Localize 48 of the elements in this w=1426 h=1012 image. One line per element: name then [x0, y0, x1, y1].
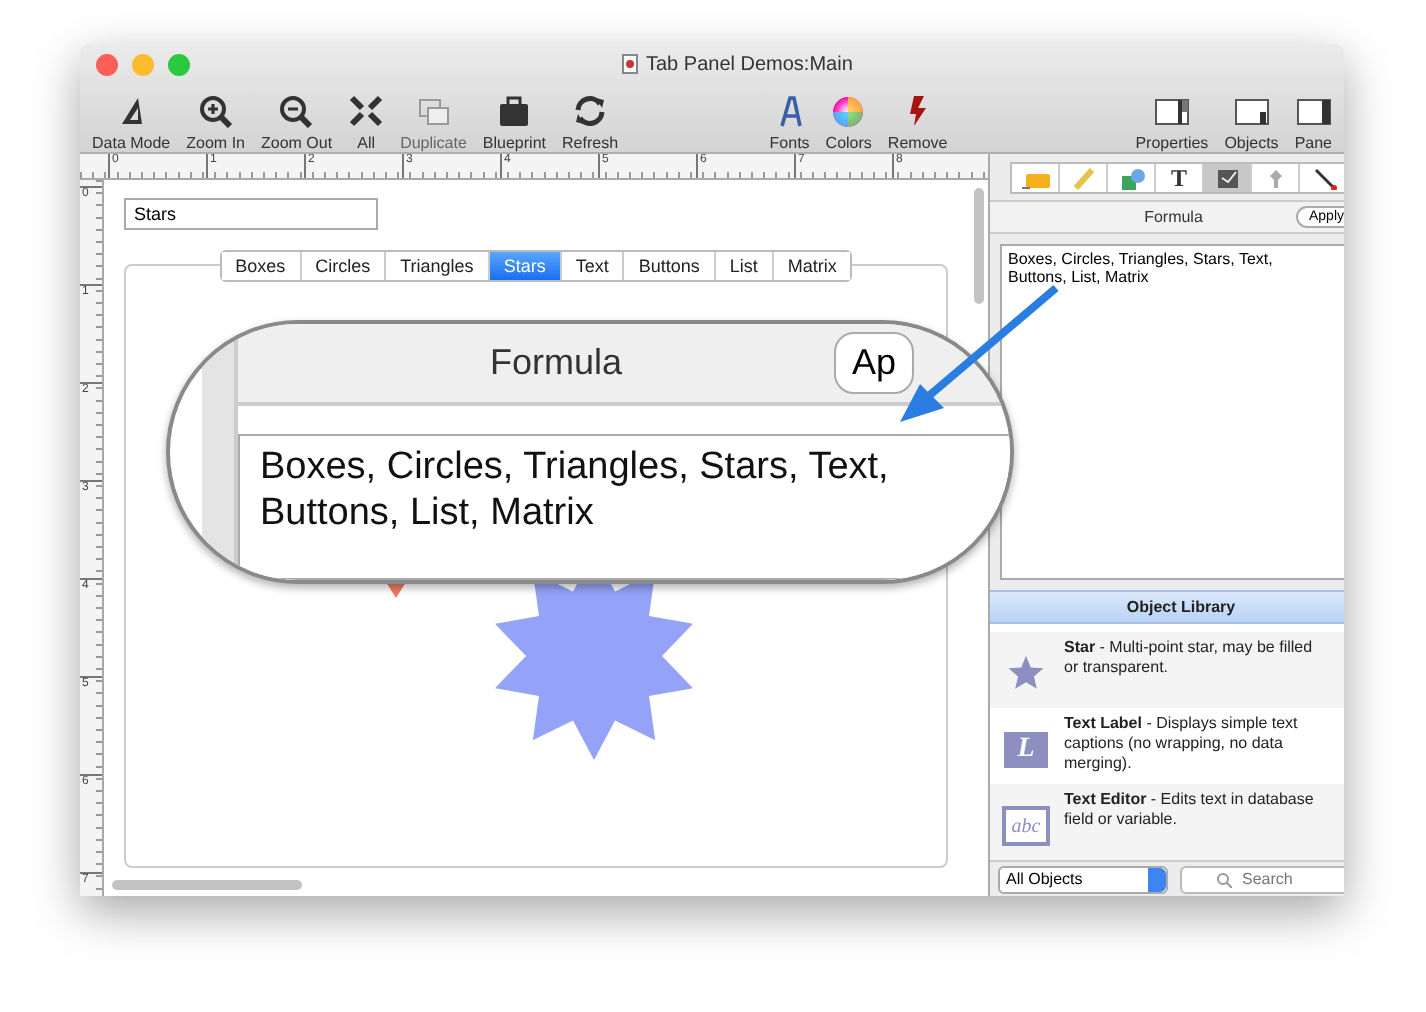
minimize-button[interactable] — [132, 53, 154, 75]
toolbar-button[interactable]: Zoom In — [182, 88, 249, 152]
toolbar-button[interactable]: Zoom Out — [256, 88, 337, 152]
zoom-out-icon — [278, 94, 315, 128]
color-wheel-icon — [830, 94, 867, 128]
toolbar-button[interactable]: All — [344, 88, 389, 152]
toolbar-button[interactable]: Fonts — [765, 88, 814, 152]
briefcase-icon — [496, 94, 533, 128]
item-description: Text Editor - Edits text in database field or variable. — [1064, 790, 1316, 831]
panel-layout-icon — [1233, 94, 1270, 128]
toolbar-button[interactable]: Properties — [1131, 88, 1213, 152]
formula-field[interactable]: Boxes, Circles, Triangles, Stars, Text, Buttons, List, Matrix — [1000, 243, 1344, 580]
apply-button[interactable]: Ap — [833, 331, 914, 394]
toolbar-button[interactable]: Colors — [821, 88, 876, 152]
library-item[interactable]: abc Text Editor - Edits text in database field or variable. — [990, 784, 1344, 861]
scrollbar[interactable] — [974, 188, 984, 304]
text-label-icon: L — [1004, 732, 1048, 769]
toolbar-button[interactable]: Objects — [1220, 88, 1283, 152]
filter-popup[interactable]: All Objects — [998, 865, 1168, 894]
panel-title: Formula — [1142, 207, 1205, 226]
item-description: Text Label - Displays simple text captions (no wrapping, no data merging). — [1064, 714, 1300, 775]
scrollbar[interactable] — [112, 880, 302, 890]
formula-field[interactable]: Boxes, Circles, Triangles, Stars, Text, Buttons, List, Matrix — [238, 433, 1010, 580]
library-header: Object Library — [990, 589, 1344, 625]
document-icon — [622, 54, 638, 74]
expand-arrows-icon — [348, 94, 385, 128]
search-field[interactable]: Search — [1180, 865, 1344, 894]
toolbar-button[interactable]: Refresh — [558, 88, 623, 152]
duplicate-icon — [415, 94, 452, 128]
toolbar-button[interactable]: Data Mode — [88, 88, 175, 152]
window-title: Tab Panel Demos:Main — [646, 53, 853, 75]
zoom-in-icon — [197, 94, 234, 128]
panel-layout-icon — [1295, 94, 1332, 128]
toolbar-button[interactable]: Remove — [883, 88, 952, 152]
tab[interactable]: Stars — [489, 252, 562, 280]
close-button[interactable] — [96, 53, 118, 75]
text-field[interactable]: Stars — [124, 198, 378, 230]
panel-title: Formula — [487, 341, 624, 384]
library-item[interactable]: L Text Label - Displays simple text captions (no wrapping, no data merging). — [990, 708, 1344, 785]
item-description: Star - Multi-point star, may be filled or transparent. — [1064, 638, 1315, 679]
refresh-icon — [572, 94, 608, 128]
panel-layout-icon — [1153, 94, 1190, 128]
toolbar-button[interactable]: Pane — [1290, 88, 1336, 152]
toolbar-button[interactable]: Blueprint — [478, 88, 550, 152]
tab[interactable]: Boxes — [221, 252, 302, 280]
text-editor-icon: abc — [1002, 806, 1050, 847]
zoom-button[interactable] — [168, 53, 190, 75]
library-item[interactable]: Star - Multi-point star, may be filled or transparent. — [990, 632, 1344, 709]
